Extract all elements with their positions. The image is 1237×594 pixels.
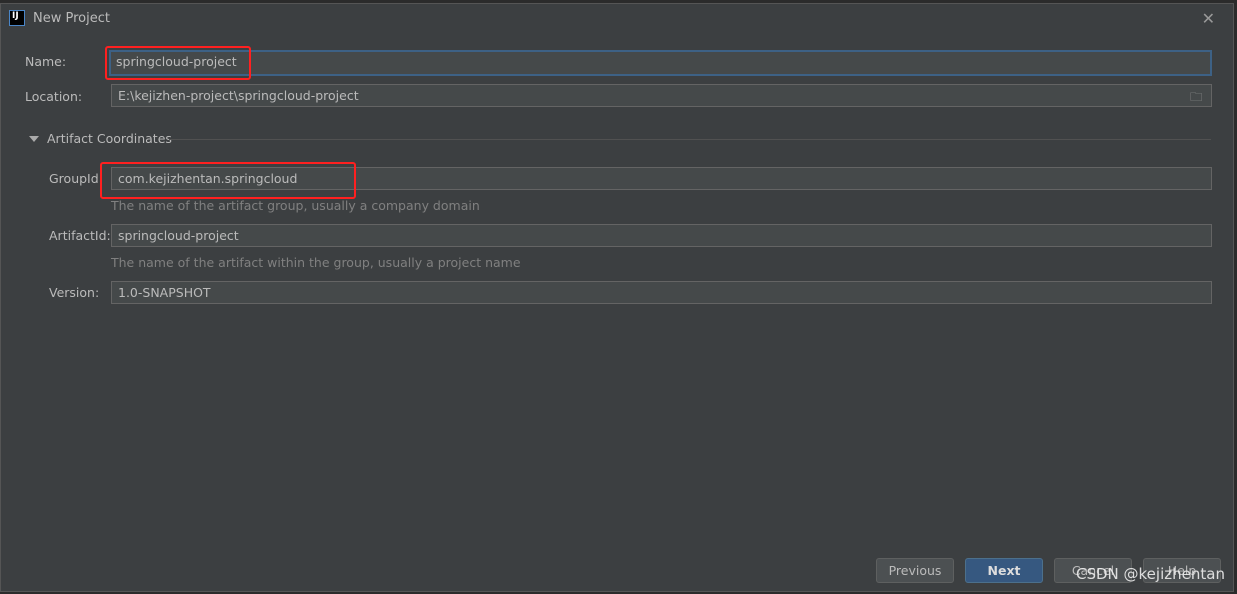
location-label: Location: [25, 89, 83, 104]
name-input[interactable]: springcloud-project [109, 50, 1212, 76]
divider [169, 139, 1211, 140]
artifactid-label: ArtifactId: [49, 228, 111, 243]
close-icon[interactable]: ✕ [1202, 9, 1215, 28]
groupid-label: GroupId: [49, 171, 103, 186]
new-project-dialog: IJ New Project ✕ Name: springcloud-proje… [0, 3, 1234, 592]
next-button[interactable]: Next [965, 558, 1043, 583]
highlight-box [100, 162, 356, 199]
version-input[interactable]: 1.0-SNAPSHOT [111, 281, 1212, 304]
dialog-title: New Project [33, 10, 110, 26]
folder-browse-icon[interactable]: 🗀 [1190, 88, 1203, 109]
artifactid-hint: The name of the artifact within the grou… [111, 255, 521, 270]
intellij-logo-icon: IJ [9, 10, 25, 26]
title-bar: IJ New Project [9, 10, 110, 26]
artifactid-input[interactable]: springcloud-project [111, 224, 1212, 247]
watermark: CSDN @kejizhentan [1076, 565, 1225, 583]
previous-button[interactable]: Previous [876, 558, 954, 583]
location-value: E:\kejizhen-project\springcloud-project [118, 88, 359, 103]
groupid-hint: The name of the artifact group, usually … [111, 198, 480, 213]
highlight-box [105, 46, 251, 80]
section-title: Artifact Coordinates [47, 131, 172, 146]
triangle-down-icon [29, 135, 39, 142]
artifact-coordinates-toggle[interactable]: Artifact Coordinates [29, 131, 172, 146]
version-label: Version: [49, 285, 100, 300]
location-input[interactable]: E:\kejizhen-project\springcloud-project [111, 84, 1212, 107]
name-label: Name: [25, 54, 67, 69]
